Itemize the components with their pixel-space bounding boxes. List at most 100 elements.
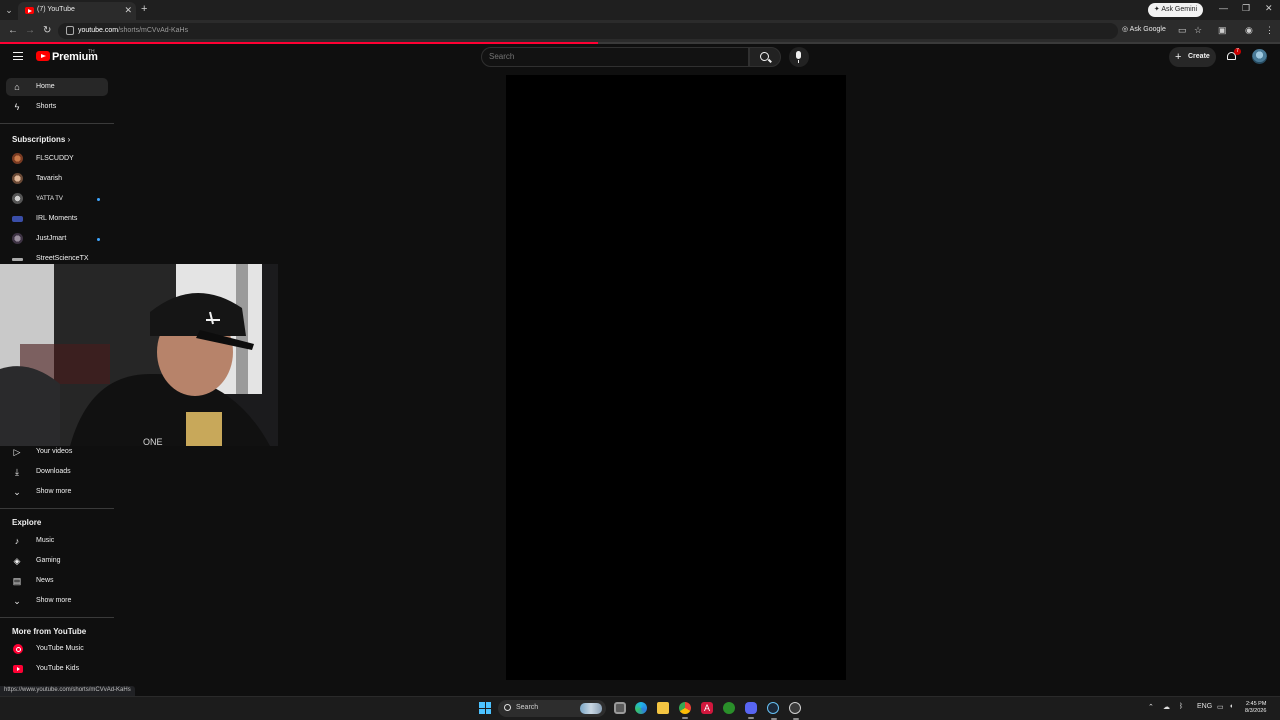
sidebar-item-music[interactable]: ♪ Music <box>6 532 108 550</box>
sidebar-item-label: News <box>36 577 54 584</box>
subscriptions-heading[interactable]: Subscriptions › <box>12 135 70 144</box>
sidebar-item-subscription[interactable]: IRL Moments <box>6 210 108 228</box>
shorts-video-player[interactable] <box>506 75 846 680</box>
sidebar-item-subscription[interactable]: JustJmart <box>6 230 108 248</box>
edge-browser-icon[interactable] <box>635 702 647 714</box>
sidebar-item-label: Show more <box>36 597 72 604</box>
notification-count-badge: 7 <box>1234 48 1241 55</box>
forward-arrow-icon[interactable]: → <box>25 25 35 36</box>
bluetooth-tray-icon[interactable]: ᛒ <box>1179 703 1183 710</box>
taskbar-search-placeholder: Search <box>516 704 539 711</box>
channel-name: FLSCUDDY <box>36 155 74 162</box>
cast-icon[interactable]: ▭ <box>1178 25 1187 36</box>
back-arrow-icon[interactable]: ← <box>8 25 18 36</box>
taskbar-clock[interactable]: 2:45 PM 8/3/2026 <box>1245 701 1266 715</box>
account-avatar[interactable] <box>1252 49 1267 64</box>
notifications-button[interactable]: 7 <box>1226 48 1241 62</box>
new-tab-button[interactable]: + <box>141 3 147 15</box>
obs-studio-icon[interactable] <box>789 702 801 720</box>
sidebar-divider <box>0 123 114 124</box>
address-url: youtube.com/shorts/mCVvAd-KaHs <box>78 27 188 34</box>
sidebar-item-subscription[interactable]: YATTA TV <box>6 190 108 208</box>
url-path: /shorts/mCVvAd-KaHs <box>118 27 189 34</box>
windows-start-icon[interactable] <box>479 702 491 714</box>
search-button[interactable] <box>749 47 781 67</box>
browser-tab-youtube[interactable]: (7) YouTube ✕ <box>18 2 136 20</box>
sidebar-item-youtube-music[interactable]: YouTube Music <box>6 640 108 658</box>
file-explorer-icon[interactable] <box>657 702 669 714</box>
sidebar-divider <box>0 508 114 509</box>
chevron-down-icon: ⌄ <box>13 596 21 606</box>
search-box[interactable] <box>481 47 749 67</box>
discord-icon[interactable] <box>745 702 757 719</box>
sidebar-item-subscription[interactable]: FLSCUDDY <box>6 150 108 168</box>
adobe-app-icon[interactable]: A <box>701 702 713 714</box>
xbox-icon[interactable] <box>723 702 735 714</box>
ask-gemini-button[interactable]: ✦ Ask Gemini <box>1148 3 1203 17</box>
sidebar-item-show-more[interactable]: ⌄ Show more <box>6 483 108 501</box>
profile-icon[interactable]: ◉ <box>1245 25 1253 36</box>
browser-tab-strip: ⌄ (7) YouTube ✕ + ✦ Ask Gemini — ❐ ✕ <box>0 0 1280 20</box>
sidebar-item-label: Music <box>36 537 55 544</box>
language-indicator[interactable]: ENG <box>1197 703 1212 710</box>
sidebar-item-home[interactable]: ⌂ Home <box>6 78 108 96</box>
ask-gemini-label: Ask Gemini <box>1161 6 1198 13</box>
music-note-icon: ♪ <box>14 536 20 546</box>
chrome-browser-icon[interactable] <box>679 702 691 719</box>
create-button[interactable]: + Create <box>1169 47 1216 67</box>
sidebar-item-label: Your videos <box>36 448 73 455</box>
extensions-icon[interactable]: ▣ <box>1218 25 1227 36</box>
sidebar-item-gaming[interactable]: ◈ Gaming <box>6 552 108 570</box>
ask-google-button[interactable]: ◎ Ask Google <box>1122 25 1166 33</box>
window-close-icon[interactable]: ✕ <box>1265 3 1273 14</box>
search-input[interactable] <box>489 52 739 61</box>
channel-avatar <box>12 258 23 261</box>
sidebar-item-downloads[interactable]: ⤓ Downloads <box>6 463 108 481</box>
volume-tray-icon[interactable]: ◖ <box>1229 703 1233 710</box>
youtube-favicon-icon <box>25 7 34 14</box>
reload-icon[interactable]: ↻ <box>43 25 51 36</box>
display-tray-icon[interactable]: ▭ <box>1217 703 1224 711</box>
task-view-icon[interactable] <box>614 702 626 714</box>
bookmark-star-icon[interactable]: ☆ <box>1194 25 1202 36</box>
tray-overflow-icon[interactable]: ⌃ <box>1148 703 1154 711</box>
page-load-progress <box>0 42 598 44</box>
chevron-down-icon: ⌄ <box>13 487 21 497</box>
address-bar[interactable]: youtube.com/shorts/mCVvAd-KaHs <box>58 23 1118 39</box>
status-bar-url: https://www.youtube.com/shorts/mCVvAd-Ka… <box>0 686 135 696</box>
shorts-icon: ϟ <box>14 102 20 112</box>
sidebar-item-subscription[interactable]: Tavarish <box>6 170 108 188</box>
restore-icon[interactable]: ❐ <box>1242 3 1250 14</box>
guide-menu-icon[interactable] <box>13 52 23 60</box>
tab-search-chevron-icon[interactable]: ⌄ <box>3 4 15 16</box>
clock-time: 2:45 PM <box>1245 701 1267 707</box>
voice-search-button[interactable] <box>789 47 809 67</box>
clock-date: 8/3/2026 <box>1245 708 1267 714</box>
page-load-progress-track <box>598 42 1280 44</box>
sidebar-item-label: Shorts <box>36 103 57 110</box>
svg-text:ONE: ONE <box>143 437 163 446</box>
network-tray-icon[interactable]: ☁ <box>1163 703 1170 711</box>
taskbar-search[interactable]: Search <box>498 700 606 717</box>
ask-google-label: Ask Google <box>1129 26 1166 33</box>
tab-close-icon[interactable]: ✕ <box>124 5 132 16</box>
sidebar-item-shorts[interactable]: ϟ Shorts <box>6 98 108 116</box>
home-icon: ⌂ <box>14 82 20 92</box>
sidebar-item-news[interactable]: ▤ News <box>6 572 108 590</box>
minimize-icon[interactable]: — <box>1219 3 1228 13</box>
sidebar-item-your-videos[interactable]: ▷ Your videos <box>6 443 108 461</box>
steam-icon[interactable] <box>767 702 779 720</box>
sidebar-item-show-more[interactable]: ⌄ Show more <box>6 592 108 610</box>
play-box-icon: ▷ <box>13 447 21 457</box>
site-info-icon[interactable] <box>66 26 74 35</box>
browser-menu-icon[interactable]: ⋮ <box>1265 25 1274 36</box>
sidebar-item-youtube-kids[interactable]: YouTube Kids <box>6 660 108 678</box>
plus-icon: + <box>1175 51 1182 63</box>
windows-taskbar: Search A ⌃ ☁ ᛒ ENG ▭ ◖ 2:45 PM 8/3/2026 <box>0 696 1280 720</box>
browser-toolbar: ← → ↻ youtube.com/shorts/mCVvAd-KaHs ◎ A… <box>0 20 1280 42</box>
webcam-feed-image: ONE <box>0 264 278 446</box>
chevron-right-icon: › <box>67 135 71 144</box>
youtube-logo-icon[interactable] <box>36 51 50 61</box>
channel-name: JustJmart <box>36 235 67 242</box>
sidebar-item-label: YouTube Kids <box>36 665 80 672</box>
